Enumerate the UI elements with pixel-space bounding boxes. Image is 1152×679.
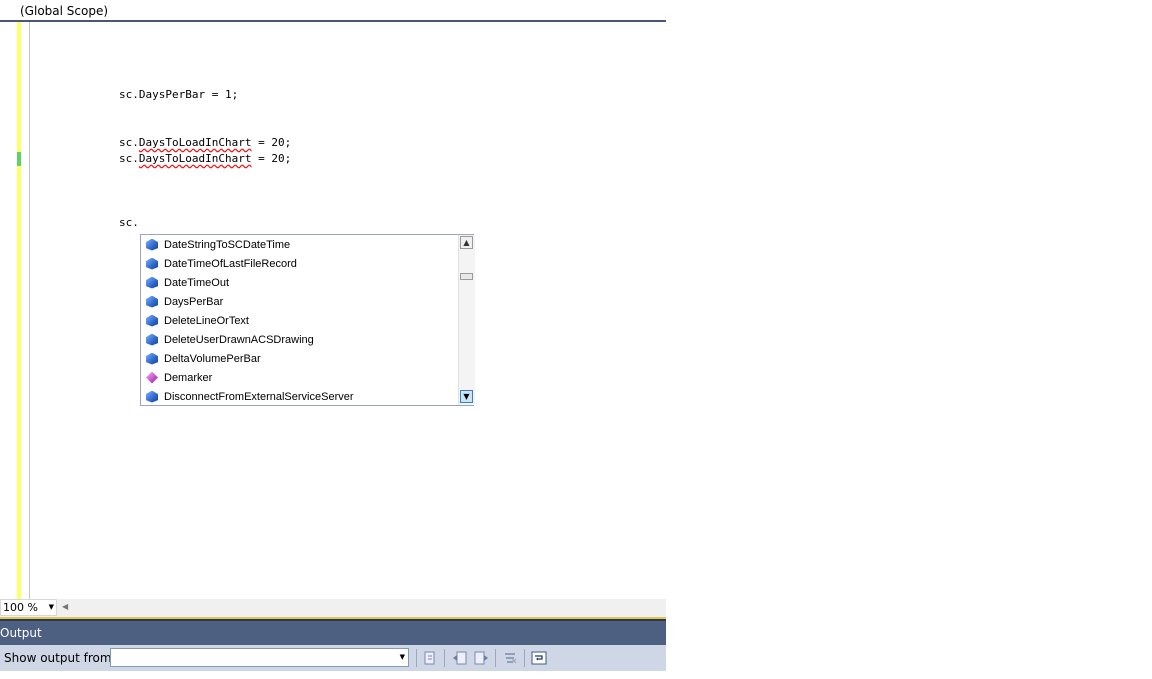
splitter-highlight: [0, 617, 666, 619]
go-to-previous-message-icon[interactable]: [452, 650, 468, 666]
method-icon: [146, 295, 158, 308]
chevron-down-icon: ▼: [399, 653, 405, 661]
zoom-value: 100 %: [3, 601, 38, 614]
output-toolbar: Show output from: ▼: [0, 645, 666, 671]
completion-scrollbar[interactable]: ▲ ▼: [458, 235, 475, 405]
completion-item[interactable]: DisconnectFromExternalServiceServer: [141, 387, 457, 406]
error-squiggle[interactable]: DaysToLoadInChart: [139, 152, 252, 165]
completion-item-label: DateTimeOut: [164, 276, 230, 289]
code-suffix: = 20;: [251, 136, 292, 149]
change-tracking-margin: [17, 22, 21, 599]
editor-bottom-bar: 100 % ▼ ◀: [0, 599, 666, 617]
toolbar-separator: [444, 649, 445, 667]
code-line-days-to-load-2[interactable]: sc.DaysToLoadInChart = 20;: [119, 152, 291, 165]
intellisense-completion-list[interactable]: DateStringToSCDateTime DateTimeOfLastFil…: [140, 234, 475, 406]
output-panel-title: Output: [0, 621, 666, 645]
method-icon: [146, 333, 158, 346]
show-output-label: Show output from:: [4, 651, 116, 665]
zoom-dropdown[interactable]: 100 % ▼: [0, 599, 57, 616]
completion-item-label: DeleteLineOrText: [164, 314, 249, 327]
clear-all-icon[interactable]: [502, 650, 518, 666]
completion-item[interactable]: DateStringToSCDateTime: [141, 235, 457, 254]
code-prefix: sc.: [119, 152, 139, 165]
completion-item-label: DaysPerBar: [164, 295, 224, 308]
completion-item-label: DisconnectFromExternalServiceServer: [164, 390, 354, 403]
toolbar-separator: [495, 649, 496, 667]
method-icon: [146, 352, 158, 365]
toolbar-separator: [416, 649, 417, 667]
error-squiggle[interactable]: DaysToLoadInChart: [139, 136, 252, 149]
scope-navigation-bar[interactable]: (Global Scope): [0, 0, 666, 22]
show-output-from-select[interactable]: ▼: [110, 648, 409, 667]
scroll-left-arrow-icon[interactable]: ◀: [62, 602, 68, 611]
bottom-edge: [0, 671, 666, 679]
toolbar-separator: [524, 649, 525, 667]
saved-change-marker: [17, 152, 21, 166]
completion-item-label: DeltaVolumePerBar: [164, 352, 261, 365]
code-line-current[interactable]: sc.: [119, 216, 139, 229]
completion-item[interactable]: DaysPerBar: [141, 292, 457, 311]
chevron-down-icon: ▼: [48, 603, 54, 611]
visual-studio-editor: (Global Scope) sc.DaysPerBar = 1; sc.Day…: [0, 0, 666, 679]
completion-item-label: DateStringToSCDateTime: [164, 238, 291, 251]
completion-item[interactable]: DateTimeOfLastFileRecord: [141, 254, 457, 273]
scroll-thumb[interactable]: [460, 273, 473, 280]
completion-item[interactable]: DeleteUserDrawnACSDrawing: [141, 330, 457, 349]
method-icon: [146, 257, 158, 270]
completion-item[interactable]: DeleteLineOrText: [141, 311, 457, 330]
completion-item-label: DateTimeOfLastFileRecord: [164, 257, 297, 270]
code-suffix: = 20;: [251, 152, 292, 165]
find-message-in-code-icon[interactable]: [422, 650, 438, 666]
go-to-next-message-icon[interactable]: [473, 650, 489, 666]
scope-dropdown[interactable]: (Global Scope): [20, 4, 108, 18]
completion-item-label: Demarker: [164, 371, 213, 384]
method-icon: [146, 390, 158, 403]
scroll-up-arrow-icon[interactable]: ▲: [460, 236, 473, 249]
completion-item-label: DeleteUserDrawnACSDrawing: [164, 333, 314, 346]
code-line-days-per-bar[interactable]: sc.DaysPerBar = 1;: [119, 88, 238, 101]
completion-item[interactable]: Demarker: [141, 368, 457, 387]
method-icon: [146, 238, 158, 251]
method-icon: [146, 276, 158, 289]
code-prefix: sc.: [119, 136, 139, 149]
scroll-down-arrow-icon[interactable]: ▼: [460, 390, 473, 403]
code-line-days-to-load-1[interactable]: sc.DaysToLoadInChart = 20;: [119, 136, 291, 149]
event-icon: [146, 371, 158, 384]
method-icon: [146, 314, 158, 327]
gutter-divider: [29, 22, 30, 599]
completion-item[interactable]: DeltaVolumePerBar: [141, 349, 457, 368]
completion-item[interactable]: DateTimeOut: [141, 273, 457, 292]
toggle-word-wrap-icon[interactable]: [531, 650, 547, 666]
